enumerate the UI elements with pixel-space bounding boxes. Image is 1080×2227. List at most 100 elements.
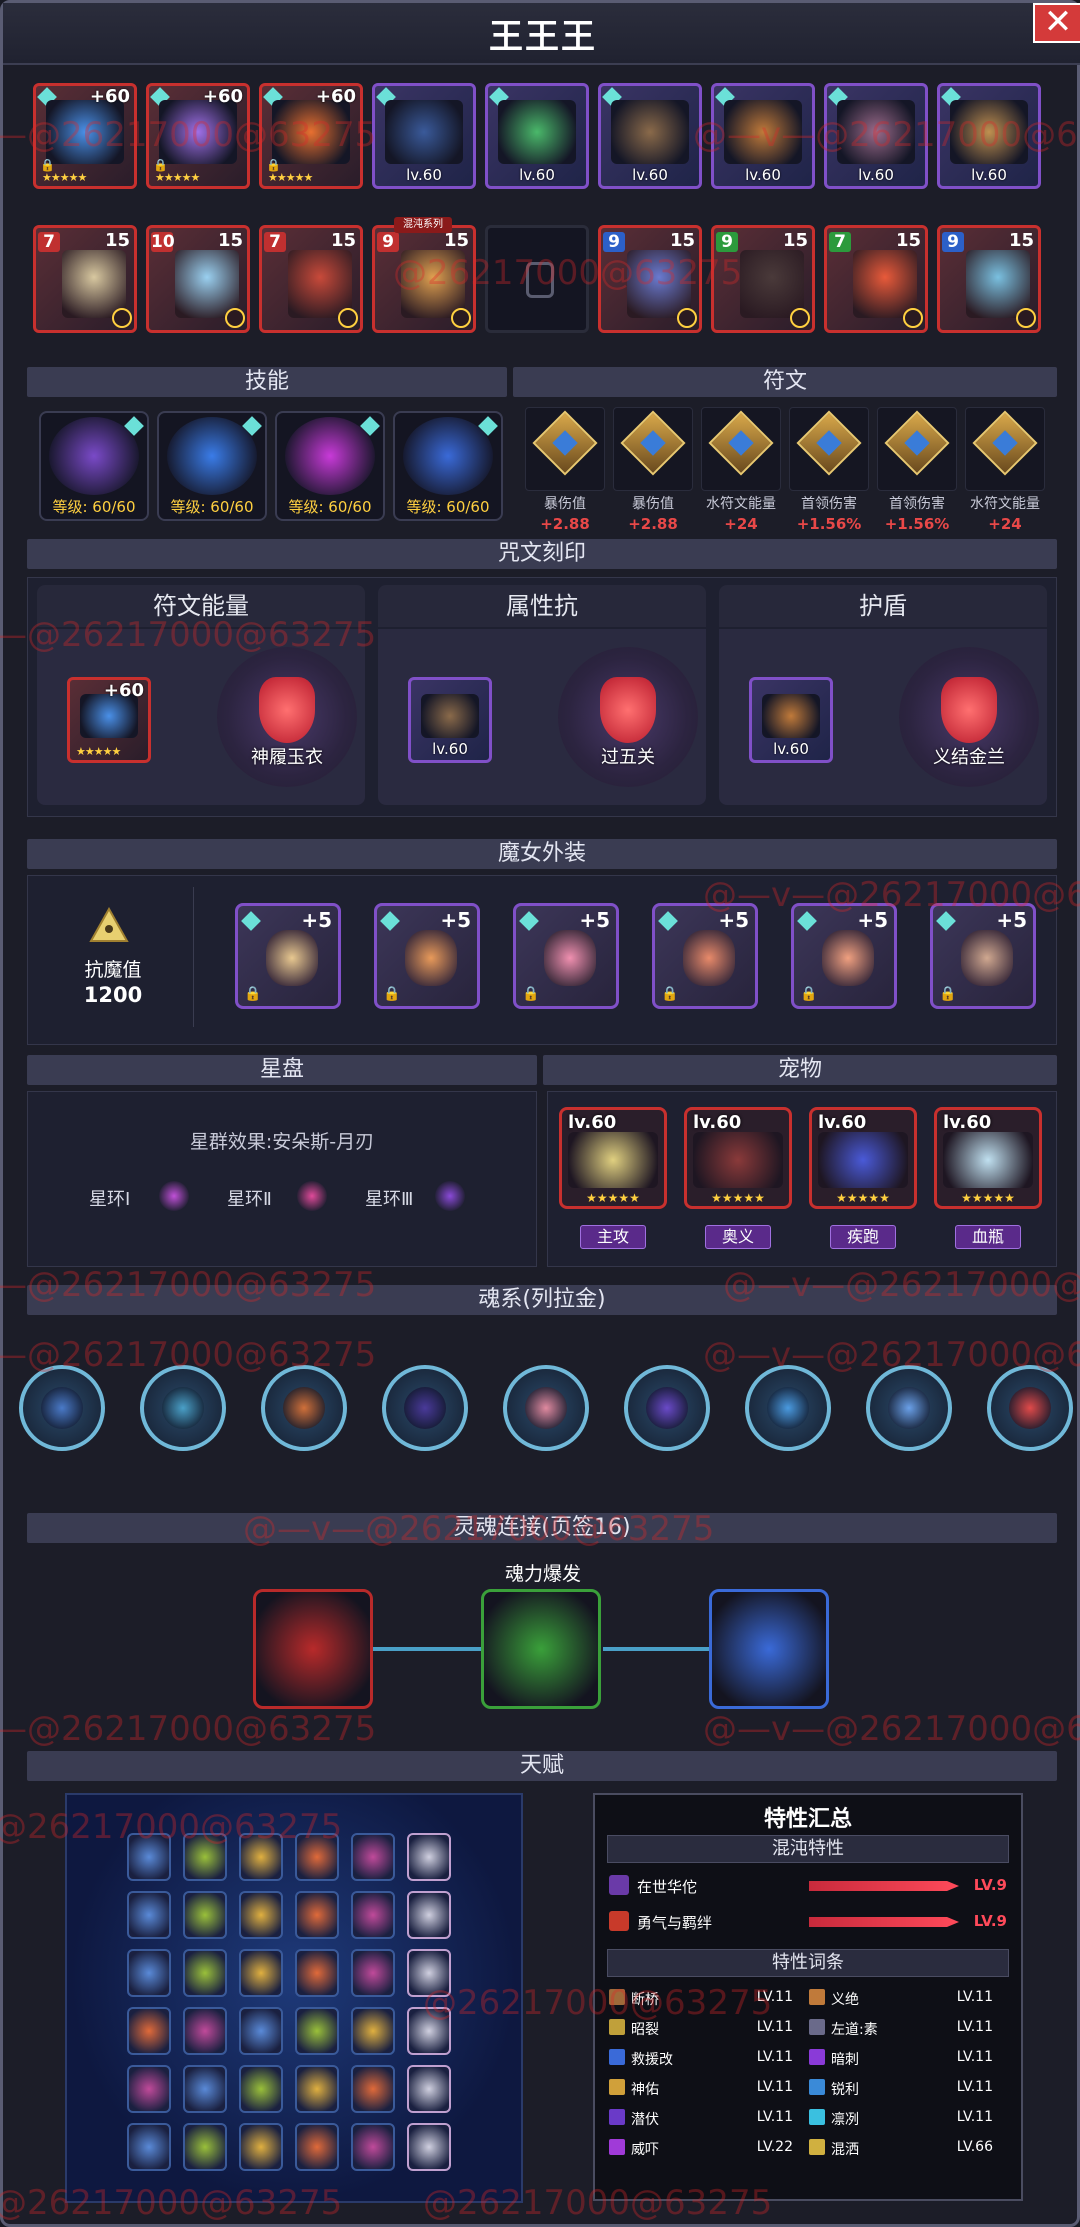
pet-card[interactable]: lv.60 ★★★★★ — [684, 1107, 792, 1209]
trait-entry[interactable]: 潜伏 LV.11 — [609, 2105, 793, 2131]
equipment-slot[interactable]: +60 ★★★★★ 🔒 — [259, 83, 363, 189]
talent-node[interactable] — [351, 2123, 395, 2171]
skill-slot[interactable]: 等级: 60/60 — [39, 411, 149, 521]
trait-entry[interactable]: 暗刺 LV.11 — [809, 2045, 993, 2071]
empty-hero-slot[interactable] — [485, 225, 589, 333]
talent-node[interactable] — [351, 1949, 395, 1997]
link-icon[interactable] — [481, 1589, 601, 1709]
witch-item-slot[interactable]: +5 🔒 — [235, 903, 341, 1009]
hero-card[interactable]: 9 15 — [711, 225, 815, 333]
talent-node[interactable] — [127, 1949, 171, 1997]
trait-entry[interactable]: 锐利 LV.11 — [809, 2075, 993, 2101]
equipment-slot[interactable]: lv.60 — [824, 83, 928, 189]
talent-node[interactable] — [239, 2123, 283, 2171]
talent-node[interactable] — [295, 2007, 339, 2055]
witch-item-slot[interactable]: +5 🔒 — [374, 903, 480, 1009]
talent-node[interactable] — [183, 1949, 227, 1997]
trait-entry[interactable]: 救援改 LV.11 — [609, 2045, 793, 2071]
witch-item-slot[interactable]: +5 🔒 — [791, 903, 897, 1009]
talent-node[interactable] — [127, 1833, 171, 1881]
rune-slot[interactable] — [613, 407, 693, 491]
equipment-slot[interactable]: lv.60 — [711, 83, 815, 189]
talent-node[interactable] — [407, 1833, 451, 1881]
talent-node[interactable] — [407, 1949, 451, 1997]
soul-icon[interactable] — [987, 1365, 1073, 1451]
chaos-trait[interactable]: 勇气与羁绊 LV.9 — [609, 1907, 1007, 1937]
talent-node[interactable] — [407, 2065, 451, 2113]
talent-node[interactable] — [351, 2065, 395, 2113]
equipment-slot[interactable]: lv.60 — [485, 83, 589, 189]
talent-node[interactable] — [295, 2123, 339, 2171]
soul-icon[interactable] — [261, 1365, 347, 1451]
talent-node[interactable] — [127, 2007, 171, 2055]
talent-node[interactable] — [239, 1833, 283, 1881]
equipment-slot[interactable]: +60 ★★★★★ 🔒 — [146, 83, 250, 189]
talent-node[interactable] — [239, 2007, 283, 2055]
witch-item-slot[interactable]: +5 🔒 — [652, 903, 758, 1009]
witch-item-slot[interactable]: +5 🔒 — [513, 903, 619, 1009]
chaos-trait[interactable]: 在世华佗 LV.9 — [609, 1871, 1007, 1901]
link-icon[interactable] — [253, 1589, 373, 1709]
talent-node[interactable] — [183, 2007, 227, 2055]
soul-icon[interactable] — [140, 1365, 226, 1451]
talent-node[interactable] — [239, 1949, 283, 1997]
soul-icon[interactable] — [19, 1365, 105, 1451]
trait-entry[interactable]: 断桥 LV.11 — [609, 1985, 793, 2011]
hero-card[interactable]: 9 15 — [372, 225, 476, 333]
trait-entry[interactable]: 左道:素 LV.11 — [809, 2015, 993, 2041]
skill-slot[interactable]: 等级: 60/60 — [393, 411, 503, 521]
talent-node[interactable] — [295, 1949, 339, 1997]
trait-entry[interactable]: 凛冽 LV.11 — [809, 2105, 993, 2131]
trait-entry[interactable]: 神佑 LV.11 — [609, 2075, 793, 2101]
trait-entry[interactable]: 混洒 LV.66 — [809, 2135, 993, 2161]
skill-slot[interactable]: 等级: 60/60 — [157, 411, 267, 521]
soul-icon[interactable] — [745, 1365, 831, 1451]
trait-entry[interactable]: 昭裂 LV.11 — [609, 2015, 793, 2041]
pet-card[interactable]: lv.60 ★★★★★ — [934, 1107, 1042, 1209]
talent-node[interactable] — [127, 2065, 171, 2113]
link-icon[interactable] — [709, 1589, 829, 1709]
talent-node[interactable] — [295, 1833, 339, 1881]
equipment-slot[interactable]: +60 ★★★★★ 🔒 — [33, 83, 137, 189]
equipment-slot[interactable]: lv.60 — [598, 83, 702, 189]
skill-slot[interactable]: 等级: 60/60 — [275, 411, 385, 521]
rune-slot[interactable] — [525, 407, 605, 491]
talent-node[interactable] — [407, 1891, 451, 1939]
talent-node[interactable] — [127, 2123, 171, 2171]
hero-card[interactable]: 10 15 — [146, 225, 250, 333]
spell-equipment[interactable]: lv.60 — [408, 677, 492, 763]
talent-node[interactable] — [351, 2007, 395, 2055]
talent-node[interactable] — [183, 2123, 227, 2171]
talent-node[interactable] — [351, 1833, 395, 1881]
soul-icon[interactable] — [866, 1365, 952, 1451]
rune-slot[interactable] — [701, 407, 781, 491]
hero-card[interactable]: 7 15 — [33, 225, 137, 333]
star-ring-icon[interactable] — [297, 1181, 327, 1211]
talent-node[interactable] — [183, 2065, 227, 2113]
soul-icon[interactable] — [624, 1365, 710, 1451]
spell-equipment[interactable]: +60 ★★★★★ — [67, 677, 151, 763]
talent-node[interactable] — [183, 1891, 227, 1939]
talent-node[interactable] — [183, 1833, 227, 1881]
hero-card[interactable]: 7 15 — [824, 225, 928, 333]
rune-slot[interactable] — [789, 407, 869, 491]
talent-node[interactable] — [239, 1891, 283, 1939]
equipment-slot[interactable]: lv.60 — [937, 83, 1041, 189]
talent-node[interactable] — [407, 2123, 451, 2171]
talent-node[interactable] — [295, 1891, 339, 1939]
star-ring-icon[interactable] — [159, 1181, 189, 1211]
trait-entry[interactable]: 义绝 LV.11 — [809, 1985, 993, 2011]
talent-node[interactable] — [127, 1891, 171, 1939]
talent-node[interactable] — [295, 2065, 339, 2113]
talent-node[interactable] — [239, 2065, 283, 2113]
spell-equipment[interactable]: lv.60 — [749, 677, 833, 763]
hero-card[interactable]: 7 15 — [259, 225, 363, 333]
pet-card[interactable]: lv.60 ★★★★★ — [809, 1107, 917, 1209]
star-ring-icon[interactable] — [435, 1181, 465, 1211]
talent-node[interactable] — [351, 1891, 395, 1939]
rune-slot[interactable] — [965, 407, 1045, 491]
rune-slot[interactable] — [877, 407, 957, 491]
equipment-slot[interactable]: lv.60 — [372, 83, 476, 189]
hero-card[interactable]: 9 15 — [937, 225, 1041, 333]
witch-item-slot[interactable]: +5 🔒 — [930, 903, 1036, 1009]
